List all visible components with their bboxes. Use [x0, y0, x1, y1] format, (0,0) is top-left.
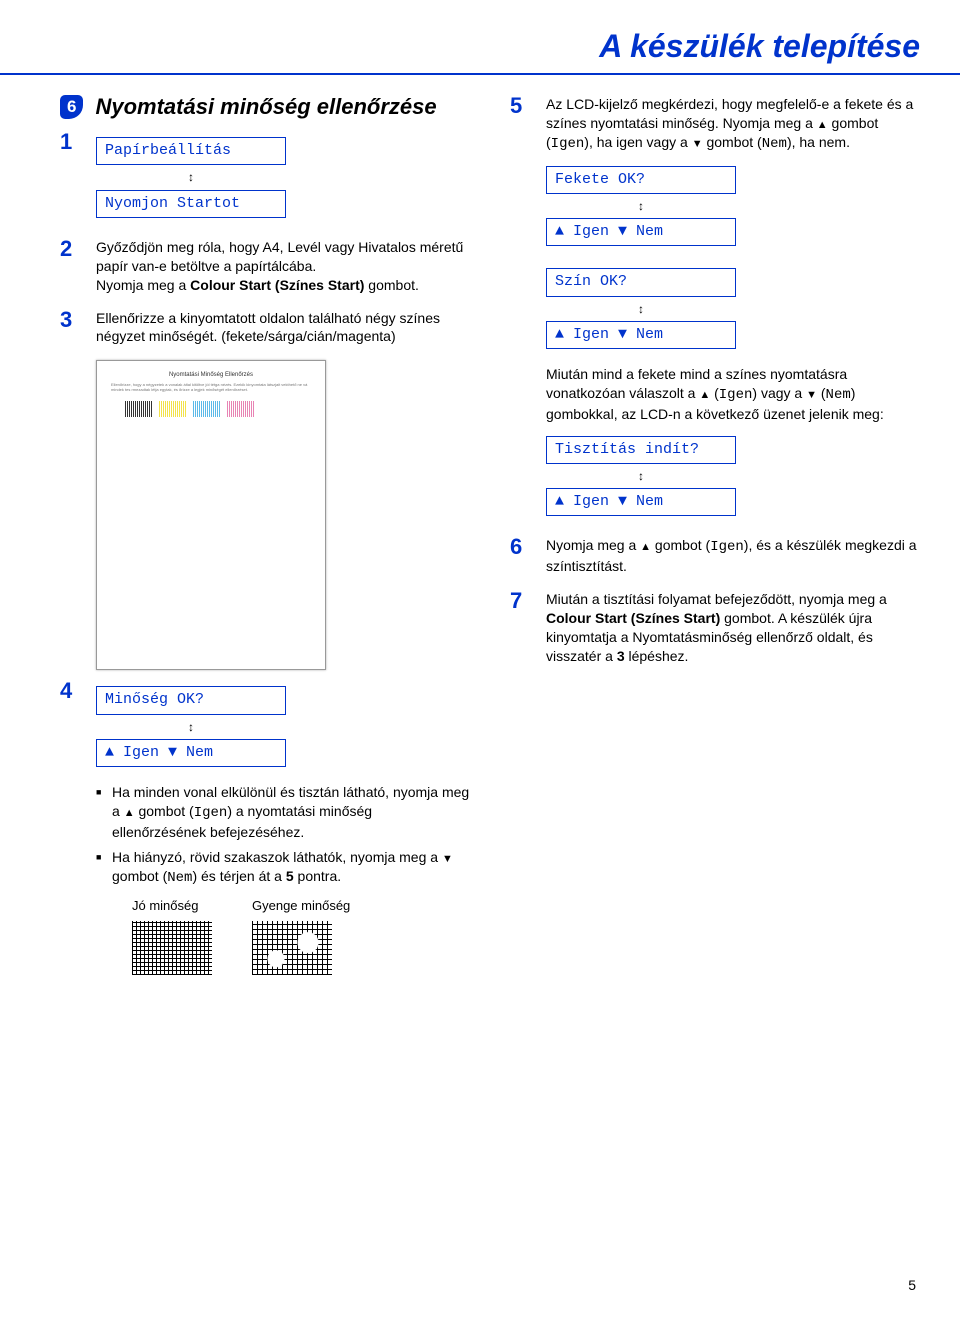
- up-triangle-icon: [699, 385, 710, 401]
- lcd-color-ok: Szín OK?: [546, 268, 736, 296]
- s5p2c: ) vagy a: [752, 385, 806, 401]
- down-triangle-icon: [806, 385, 817, 401]
- b2code: Nem: [167, 870, 192, 886]
- swatch-cyan: [193, 401, 221, 417]
- lcd-press-start: Nyomjon Startot: [96, 190, 286, 218]
- swatch-magenta: [227, 401, 255, 417]
- s5c1: Igen: [551, 136, 585, 152]
- label-bad-quality: Gyenge minőség: [252, 898, 350, 913]
- section-heading: Nyomtatási minőség ellenőrzése: [95, 95, 436, 119]
- b1b: gombot (: [135, 803, 194, 819]
- lcd-yes-no-4: ▲ Igen ▼ Nem: [546, 488, 736, 516]
- s5p2c2: Nem: [826, 387, 851, 403]
- b2bold: 5: [286, 868, 294, 884]
- updown-icon: ↕: [96, 719, 286, 735]
- b1code: Igen: [194, 805, 228, 821]
- updown-icon: ↕: [546, 301, 736, 317]
- lcd-yes-no-3: ▲ Igen ▼ Nem: [546, 321, 736, 349]
- lcd-quality-ok: Minőség OK?: [96, 686, 286, 714]
- s6b: gombot (: [651, 537, 710, 553]
- bad-quality-sample: [252, 921, 332, 975]
- s6code: Igen: [710, 539, 744, 555]
- step-2-text-post: gombot.: [364, 277, 418, 293]
- s7bold1: Colour Start (Színes Start): [546, 610, 720, 626]
- s5p2d: (: [817, 385, 826, 401]
- s7bold2: 3: [617, 648, 625, 664]
- swatch-black: [125, 401, 153, 417]
- lcd-start-cleaning: Tisztítás indít?: [546, 436, 736, 464]
- step-6-number: 6: [510, 536, 546, 558]
- step-1-number: 1: [60, 131, 96, 153]
- title-divider: [0, 73, 960, 75]
- step-7-number: 7: [510, 590, 546, 612]
- print-preview-text: Ellenőrizze, hogy a négyzetek a vonalak …: [111, 383, 311, 393]
- updown-icon: ↕: [546, 198, 736, 214]
- page-number: 5: [908, 1277, 916, 1293]
- label-good-quality: Jó minőség: [132, 898, 198, 913]
- b2d: pontra.: [294, 868, 341, 884]
- up-triangle-icon: [817, 115, 828, 131]
- s5d: gombot (: [703, 134, 762, 150]
- step-3-number: 3: [60, 309, 96, 331]
- s5e: ), ha nem.: [787, 134, 850, 150]
- b2b: gombot (: [112, 868, 167, 884]
- step-2-number: 2: [60, 238, 96, 260]
- page-title: A készülék telepítése: [0, 0, 960, 73]
- s7a: Miután a tisztítási folyamat befejeződöt…: [546, 591, 887, 607]
- b2c: ) és térjen át a: [192, 868, 285, 884]
- lcd-yes-no-1: ▲ Igen ▼ Nem: [96, 739, 286, 767]
- b2a: Ha hiányzó, rövid szakaszok láthatók, ny…: [112, 849, 442, 865]
- lcd-paper-setting: Papírbeállítás: [96, 137, 286, 165]
- section-badge: 6: [60, 95, 83, 119]
- bullet-good-quality: Ha minden vonal elkülönül és tisztán lát…: [96, 783, 470, 842]
- print-preview: Nyomtatási Minőség Ellenőrzés Ellenőrizz…: [96, 360, 326, 670]
- lcd-black-ok: Fekete OK?: [546, 166, 736, 194]
- lcd-yes-no-2: ▲ Igen ▼ Nem: [546, 218, 736, 246]
- print-preview-title: Nyomtatási Minőség Ellenőrzés: [111, 371, 311, 379]
- step-2-text-pre: Nyomja meg a: [96, 277, 190, 293]
- s5c2: Nem: [762, 136, 787, 152]
- bullet-bad-quality: Ha hiányzó, rövid szakaszok láthatók, ny…: [96, 848, 470, 888]
- s7c: lépéshez.: [625, 648, 689, 664]
- step-2-bold: Colour Start (Színes Start): [190, 277, 364, 293]
- updown-icon: ↕: [96, 169, 286, 185]
- step-3-text: Ellenőrizze a kinyomtatott oldalon talál…: [96, 310, 440, 345]
- s6a: Nyomja meg a: [546, 537, 640, 553]
- up-triangle-icon: [640, 537, 651, 553]
- step-2-text-a: Győződjön meg róla, hogy A4, Levél vagy …: [96, 239, 463, 274]
- s5c: ), ha igen vagy a: [584, 134, 691, 150]
- swatch-yellow: [159, 401, 187, 417]
- right-column: 5 Az LCD-kijelző megkérdezi, hogy megfel…: [510, 95, 920, 1001]
- step-5-number: 5: [510, 95, 546, 117]
- up-triangle-icon: [124, 803, 135, 819]
- down-triangle-icon: [442, 849, 453, 865]
- good-quality-sample: [132, 921, 212, 975]
- down-triangle-icon: [692, 134, 703, 150]
- updown-icon: ↕: [546, 468, 736, 484]
- s5p2c1: Igen: [719, 387, 753, 403]
- s5p2b: (: [710, 385, 719, 401]
- left-column: 6 Nyomtatási minőség ellenőrzése 1 Papír…: [60, 95, 470, 1001]
- step-4-number: 4: [60, 680, 96, 702]
